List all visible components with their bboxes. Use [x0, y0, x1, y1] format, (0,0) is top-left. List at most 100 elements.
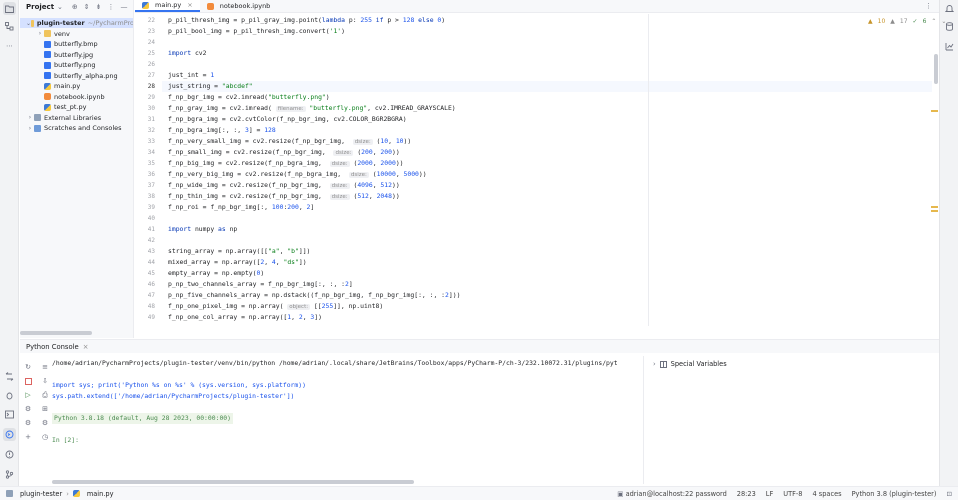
notifications-icon[interactable]: [943, 2, 956, 15]
remote-host-widget[interactable]: ▣ adrian@localhost:22 password: [617, 490, 727, 498]
code-line[interactable]: string_array = np.array([["a", "b"]]): [162, 246, 932, 257]
code-line[interactable]: f_np_wide_img = cv2.resize(f_np_bgr_img,…: [162, 180, 932, 191]
hide-panel-icon[interactable]: —: [121, 3, 128, 11]
line-number[interactable]: 46: [135, 279, 155, 290]
line-number[interactable]: 30: [135, 103, 155, 114]
error-stripe-mark[interactable]: [931, 110, 938, 112]
options-icon[interactable]: ⋮: [108, 3, 115, 11]
chevron-right-icon[interactable]: ›: [26, 125, 34, 132]
code-line[interactable]: [162, 213, 932, 224]
line-number[interactable]: 43: [135, 246, 155, 257]
line-number[interactable]: 47: [135, 290, 155, 301]
line-number[interactable]: 42: [135, 235, 155, 246]
problems-tool-icon[interactable]: [3, 448, 16, 461]
code-line[interactable]: [162, 235, 932, 246]
tab-options-icon[interactable]: ⋮: [925, 2, 932, 10]
console-tab-title[interactable]: Python Console: [26, 343, 79, 351]
file-encoding[interactable]: UTF-8: [783, 490, 802, 498]
code-line[interactable]: f_np_big_img = cv2.resize(f_np_bgra_img,…: [162, 158, 932, 169]
line-number[interactable]: 22: [135, 15, 155, 26]
locate-icon[interactable]: ⊕: [72, 3, 78, 11]
code-line[interactable]: [162, 37, 932, 48]
debug-tool-icon[interactable]: [3, 389, 16, 402]
more-tools-icon[interactable]: ⋯: [3, 39, 16, 52]
code-line[interactable]: f_np_very_big_img = cv2.resize(f_np_bgra…: [162, 169, 932, 180]
code-line[interactable]: [162, 59, 932, 70]
code-line[interactable]: f_np_bgr_img = cv2.imread("butterfly.png…: [162, 92, 932, 103]
line-number[interactable]: 41: [135, 224, 155, 235]
line-number[interactable]: 25: [135, 48, 155, 59]
project-tool-icon[interactable]: [3, 2, 16, 15]
scroll-to-end-icon[interactable]: ⇩: [40, 376, 50, 386]
line-number[interactable]: 29: [135, 92, 155, 103]
terminal-tool-icon[interactable]: [3, 408, 16, 421]
line-number[interactable]: 49: [135, 312, 155, 323]
code-line[interactable]: p_pil_bool_img = p_pil_thresh_img.conver…: [162, 26, 932, 37]
line-number[interactable]: 39: [135, 202, 155, 213]
project-panel-title[interactable]: Project: [26, 3, 54, 11]
rerun-icon[interactable]: ↻: [23, 362, 33, 372]
line-number[interactable]: 24: [135, 37, 155, 48]
code-line[interactable]: f_np_one_col_array = np.array([1, 2, 3]): [162, 312, 932, 323]
code-line[interactable]: just_int = 1: [162, 70, 932, 81]
tree-item[interactable]: notebook.ipynb: [36, 92, 105, 102]
breadcrumb-project[interactable]: plugin-tester: [20, 490, 62, 498]
line-number[interactable]: 37: [135, 180, 155, 191]
tree-item[interactable]: › Scratches and Consoles: [26, 123, 122, 133]
tree-item[interactable]: butterfly.bmp: [36, 39, 98, 49]
caret-position[interactable]: 28:23: [737, 490, 756, 498]
tree-item[interactable]: ⌄ plugin-tester ~/PycharmPro: [20, 18, 133, 28]
breadcrumb-file[interactable]: main.py: [87, 490, 114, 498]
sciview-icon[interactable]: [943, 40, 956, 53]
chevron-right-icon[interactable]: ›: [36, 30, 44, 37]
python-console-tool-icon[interactable]: [3, 428, 16, 441]
code-line[interactable]: f_np_bgra_img[:, :, 3] = 128: [162, 125, 932, 136]
chevron-right-icon[interactable]: ›: [26, 114, 34, 121]
pull-requests-icon[interactable]: [3, 370, 16, 383]
code-line[interactable]: import cv2: [162, 48, 932, 59]
interpreter-selector[interactable]: Python 3.8 (plugin-tester): [852, 490, 937, 498]
line-number[interactable]: 35: [135, 158, 155, 169]
line-number[interactable]: 27: [135, 70, 155, 81]
line-number[interactable]: 36: [135, 169, 155, 180]
expand-all-icon[interactable]: ⇕: [84, 3, 90, 11]
console-settings-icon[interactable]: ⚙: [40, 418, 50, 428]
execute-icon[interactable]: ▷: [23, 390, 33, 400]
history-icon[interactable]: ◷: [40, 432, 50, 442]
show-variables-icon[interactable]: ⊞: [40, 404, 50, 414]
stop-icon[interactable]: [23, 376, 33, 386]
code-line[interactable]: f_np_very_small_img = cv2.resize(f_np_bg…: [162, 136, 932, 147]
chevron-right-icon[interactable]: ›: [653, 360, 656, 368]
line-number[interactable]: 32: [135, 125, 155, 136]
special-variables-row[interactable]: › Special Variables: [653, 360, 727, 368]
line-number[interactable]: 26: [135, 59, 155, 70]
git-tool-icon[interactable]: [3, 468, 16, 481]
line-number[interactable]: 40: [135, 213, 155, 224]
close-icon[interactable]: ×: [187, 1, 192, 9]
console-hscrollbar[interactable]: [52, 480, 414, 484]
code-line[interactable]: f_np_gray_img = cv2.imread( filename: "b…: [162, 103, 932, 114]
line-separator[interactable]: LF: [766, 490, 773, 498]
error-stripe-mark[interactable]: [931, 206, 938, 208]
line-number[interactable]: 31: [135, 114, 155, 125]
code-line[interactable]: f_np_small_img = cv2.resize(f_np_bgr_img…: [162, 147, 932, 158]
tab-main-py[interactable]: main.py ×: [135, 0, 200, 12]
tree-item[interactable]: butterfly.jpg: [36, 50, 93, 60]
structure-tool-icon[interactable]: [3, 20, 16, 33]
chevron-down-icon[interactable]: ⌄: [57, 3, 63, 11]
tree-item[interactable]: › venv: [36, 29, 70, 39]
code-editor[interactable]: p_pil_thresh_img = p_pil_gray_img.point(…: [162, 14, 932, 326]
code-line[interactable]: mixed_array = np.array([2, 4, "ds"]): [162, 257, 932, 268]
code-line[interactable]: import numpy as np: [162, 224, 932, 235]
soft-wrap-icon[interactable]: ≡: [40, 362, 50, 372]
code-line[interactable]: p_np_five_channels_array = np.dstack((f_…: [162, 290, 932, 301]
line-number[interactable]: 23: [135, 26, 155, 37]
code-line[interactable]: p_np_two_channels_array = f_np_bgr_img[:…: [162, 279, 932, 290]
print-icon[interactable]: ⎙: [40, 390, 50, 400]
code-line[interactable]: just_string = "abcdef": [162, 81, 932, 92]
lock-icon[interactable]: ⊡: [946, 490, 952, 498]
settings-icon[interactable]: ⚙: [23, 418, 33, 428]
add-console-icon[interactable]: +: [23, 432, 33, 442]
debug-icon[interactable]: ⚙: [23, 404, 33, 414]
line-number[interactable]: 44: [135, 257, 155, 268]
